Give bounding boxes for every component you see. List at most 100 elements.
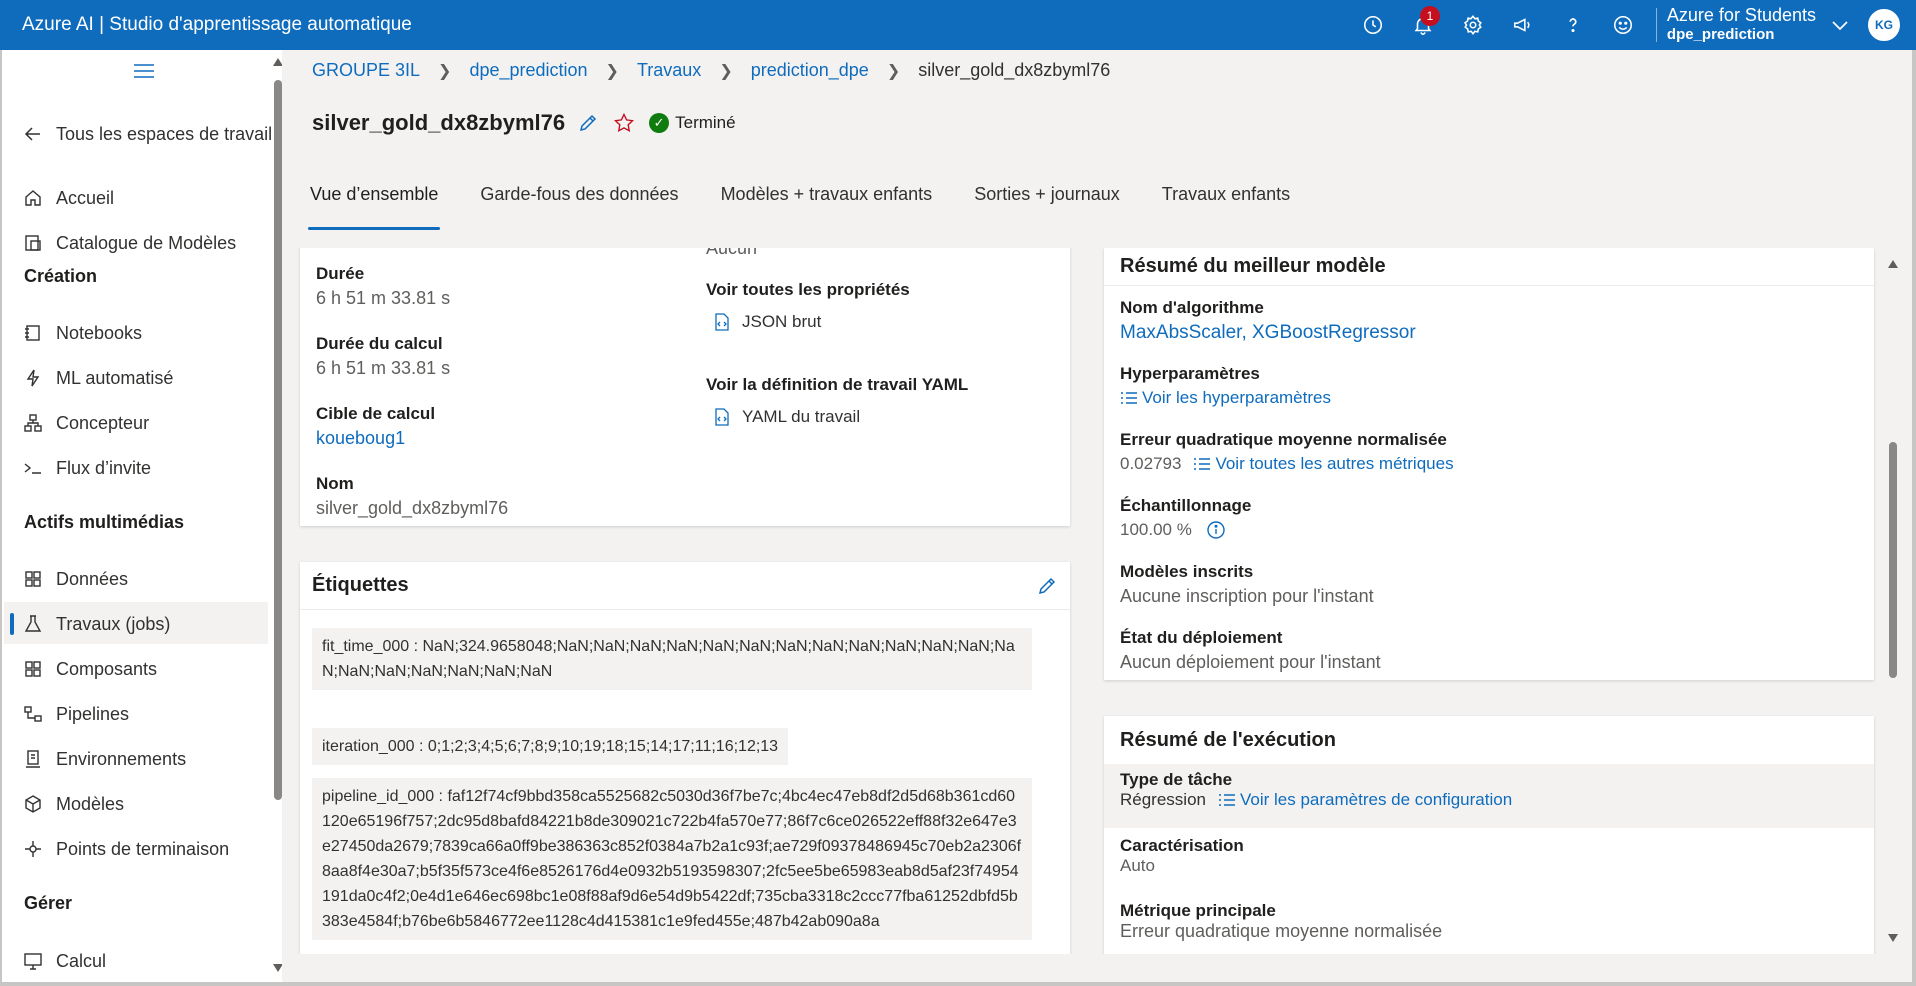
main-scrollbar[interactable] xyxy=(1886,252,1900,952)
sidebar-item-label: Accueil xyxy=(56,187,115,208)
yaml-link[interactable]: YAML du travail xyxy=(706,407,968,427)
breadcrumb-workspace[interactable]: dpe_prediction xyxy=(469,60,587,81)
sidebar-item-label: Environnements xyxy=(56,748,187,769)
scroll-down-arrow-icon[interactable] xyxy=(273,964,282,972)
history-icon[interactable] xyxy=(1348,0,1398,50)
list-icon xyxy=(1194,458,1211,470)
all-properties-field: Voir toutes les propriétés JSON brut xyxy=(706,280,910,332)
breadcrumb-chevron-icon: ❯ xyxy=(438,62,452,80)
sidebar-section-manage: Gérer xyxy=(24,893,73,913)
name-value: silver_gold_dx8zbyml76 xyxy=(316,498,509,518)
breadcrumb-jobs[interactable]: Travaux xyxy=(637,60,701,81)
algorithm-link[interactable]: MaxAbsScaler, XGBoostRegressor xyxy=(1120,322,1416,344)
raw-json-link[interactable]: JSON brut xyxy=(706,312,910,332)
compute-target-link[interactable]: koueboug1 xyxy=(316,428,435,449)
automl-bolt-icon xyxy=(22,367,44,389)
sidebar-item-designer[interactable]: Concepteur xyxy=(22,403,149,443)
sidebar-item-components[interactable]: Composants xyxy=(22,649,157,689)
tab-child-jobs[interactable]: Travaux enfants xyxy=(1162,180,1290,222)
list-icon xyxy=(1121,392,1137,404)
back-to-workspaces[interactable]: Tous les espaces de travail xyxy=(22,114,272,154)
favorite-star-icon[interactable] xyxy=(613,112,635,134)
sidebar-scrollbar-thumb[interactable] xyxy=(274,80,282,800)
info-icon[interactable] xyxy=(1206,520,1226,540)
metric-label: Erreur quadratique moyenne normalisée xyxy=(1120,430,1447,449)
sidebar-item-notebooks[interactable]: Notebooks xyxy=(22,313,142,353)
scroll-up-arrow-icon[interactable] xyxy=(273,58,282,66)
deploy-value: Aucun déploiement pour l'instant xyxy=(1120,652,1381,672)
announcements-megaphone-icon[interactable] xyxy=(1498,0,1548,50)
sidebar-item-automl[interactable]: ML automatisé xyxy=(22,358,173,398)
duration-label: Durée xyxy=(316,264,365,283)
sidebar-item-jobs[interactable]: Travaux (jobs) xyxy=(22,604,170,644)
compute-duration-value: 6 h 51 m 33.81 s xyxy=(316,358,451,378)
hyperparams-label: Hyperparamètres xyxy=(1120,364,1260,383)
properties-card: Aucun Durée 6 h 51 m 33.81 s Durée du ca… xyxy=(300,248,1070,526)
sidebar-active-indicator xyxy=(10,613,14,635)
scroll-down-arrow-icon[interactable] xyxy=(1888,934,1898,942)
edit-pencil-icon[interactable] xyxy=(577,112,599,134)
chevron-down-icon[interactable] xyxy=(1828,13,1852,37)
feedback-smiley-icon[interactable] xyxy=(1598,0,1648,50)
config-settings-link[interactable]: Voir les paramètres de configuration xyxy=(1218,790,1512,810)
registered-label: Modèles inscrits xyxy=(1120,562,1254,581)
tab-overview[interactable]: Vue d’ensemble xyxy=(307,180,441,230)
settings-gear-icon[interactable] xyxy=(1448,0,1498,50)
tag-chip-iteration: iteration_000 : 0;1;2;3;4;5;6;7;8;9;10;1… xyxy=(312,728,789,765)
tab-data-guardrails[interactable]: Garde-fous des données xyxy=(480,180,678,222)
app-title[interactable]: Azure AI | Studio d'apprentissage automa… xyxy=(0,14,1348,36)
window-bottom-border xyxy=(0,982,1916,986)
sidebar-item-models[interactable]: Modèles xyxy=(22,784,124,824)
home-icon xyxy=(22,187,44,209)
sidebar-item-model-catalog[interactable]: Catalogue de Modèles xyxy=(22,223,236,263)
sidebar-item-compute[interactable]: Calcul xyxy=(22,941,106,981)
main-scrollbar-thumb[interactable] xyxy=(1889,442,1897,678)
sidebar-item-pipelines[interactable]: Pipelines xyxy=(22,694,129,734)
edit-tags-pencil-icon[interactable] xyxy=(1036,575,1058,597)
sidebar-item-home[interactable]: Accueil xyxy=(22,178,114,218)
sidebar-item-label: Flux d’invite xyxy=(56,457,152,478)
yaml-field: Voir la définition de travail YAML YAML … xyxy=(706,375,968,427)
sidebar-item-endpoints[interactable]: Points de terminaison xyxy=(22,829,229,869)
algorithm-field: Nom d'algorithme MaxAbsScaler, XGBoostRe… xyxy=(1120,298,1416,344)
cube-icon xyxy=(22,793,44,815)
tab-models-child-jobs[interactable]: Modèles + travaux enfants xyxy=(721,180,933,222)
metric-field: Erreur quadratique moyenne normalisée 0.… xyxy=(1120,430,1454,474)
sidebar-section-assets: Actifs multimédias xyxy=(24,512,185,532)
deploy-label: État du déploiement xyxy=(1120,628,1283,647)
sampling-field: Échantillonnage 100.00 % xyxy=(1120,496,1251,540)
sidebar-item-environments[interactable]: Environnements xyxy=(22,739,186,779)
registered-value: Aucune inscription pour l'instant xyxy=(1120,586,1374,606)
run-summary-card: Résumé de l'exécution Type de tâche Régr… xyxy=(1104,716,1874,954)
breadcrumb-group[interactable]: GROUPE 3IL xyxy=(312,60,420,81)
all-metrics-link[interactable]: Voir toutes les autres métriques xyxy=(1193,454,1454,474)
notifications-icon[interactable]: 1 xyxy=(1398,0,1448,50)
tab-outputs-logs[interactable]: Sorties + journaux xyxy=(974,180,1120,222)
account-switcher[interactable]: Azure for Students dpe_prediction xyxy=(1667,5,1816,45)
help-question-icon[interactable] xyxy=(1548,0,1598,50)
sidebar-item-prompt-flow[interactable]: Flux d’invite xyxy=(22,448,151,488)
subscription-name: Azure for Students xyxy=(1666,5,1816,25)
breadcrumb-experiment[interactable]: prediction_dpe xyxy=(751,60,869,81)
sidebar-item-label: Notebooks xyxy=(56,322,143,343)
scroll-up-arrow-icon[interactable] xyxy=(1888,260,1898,268)
hamburger-menu-icon[interactable] xyxy=(134,64,154,78)
sampling-label: Échantillonnage xyxy=(1120,496,1252,515)
best-model-card: Résumé du meilleur modèle Nom d'algorith… xyxy=(1104,248,1874,680)
list-icon xyxy=(1219,794,1235,806)
primary-metric-row: Métrique principale Erreur quadratique m… xyxy=(1104,901,1874,942)
sidebar-item-data[interactable]: Données xyxy=(22,559,128,599)
primary-metric-label: Métrique principale xyxy=(1120,901,1276,920)
avatar[interactable]: KG xyxy=(1868,9,1900,41)
sidebar-scrollbar[interactable] xyxy=(272,52,282,982)
job-header: silver_gold_dx8zbyml76 ✓ Terminé xyxy=(312,110,736,136)
back-label: Tous les espaces de travail xyxy=(56,123,273,144)
name-label: Nom xyxy=(316,474,354,493)
clipped-value: Aucun xyxy=(706,248,758,258)
hyperparams-link[interactable]: Voir les hyperparamètres xyxy=(1120,388,1331,408)
compute-duration-field: Durée du calcul 6 h 51 m 33.81 s xyxy=(316,334,450,379)
sidebar-section-create: Création xyxy=(24,266,98,286)
endpoint-icon xyxy=(22,838,44,860)
duration-field: Durée 6 h 51 m 33.81 s xyxy=(316,264,450,309)
name-field: Nom silver_gold_dx8zbyml76 xyxy=(316,474,508,519)
